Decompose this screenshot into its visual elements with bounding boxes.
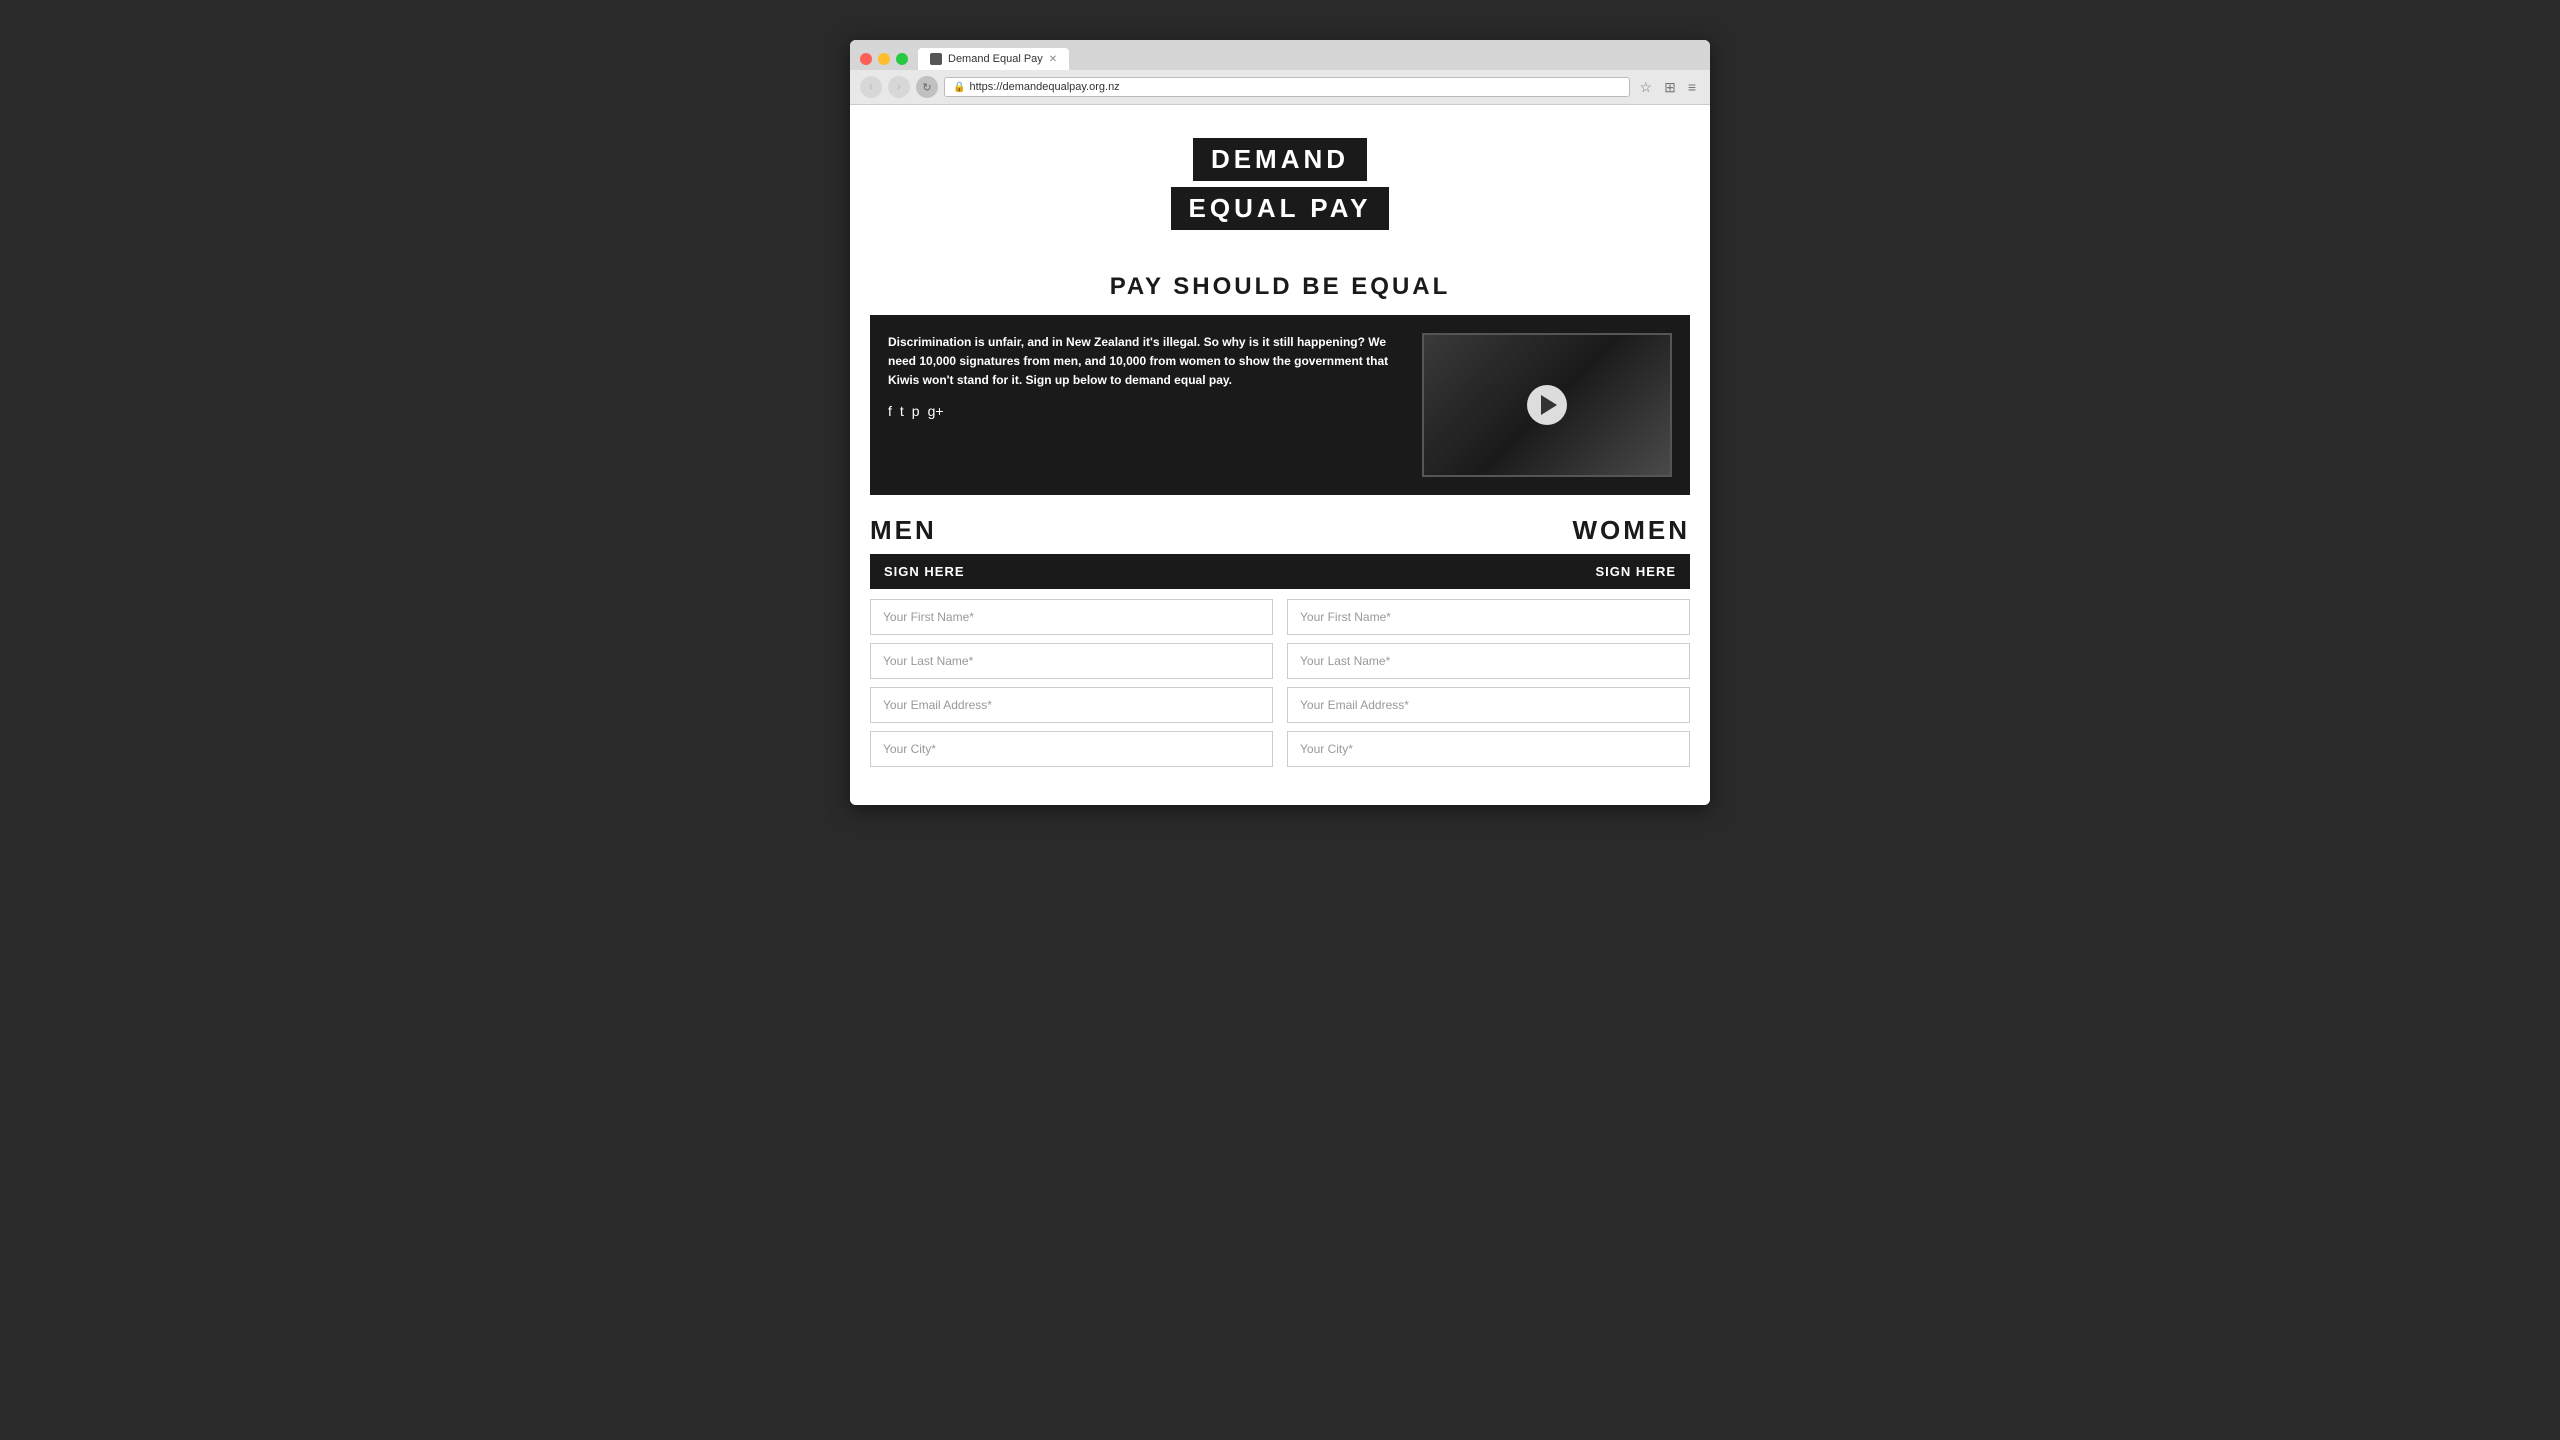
men-email-input[interactable] (870, 687, 1273, 723)
men-form (870, 599, 1273, 767)
women-label: WOMEN (1572, 515, 1690, 546)
sign-here-bar: SIGN HERE SIGN HERE (870, 554, 1690, 589)
url-text: https://demandequalpay.org.nz (969, 81, 1119, 93)
women-city-input[interactable] (1287, 731, 1690, 767)
window-controls (860, 53, 908, 65)
tab-title: Demand Equal Pay (948, 53, 1043, 65)
tab-close-icon[interactable]: ✕ (1049, 54, 1057, 65)
info-box: Discrimination is unfair, and in New Zea… (870, 315, 1690, 495)
forward-button[interactable]: › (888, 76, 910, 98)
twitter-icon[interactable]: t (900, 403, 904, 419)
toolbar-actions: ☆ ⊞ ≡ (1636, 77, 1700, 98)
browser-titlebar: Demand Equal Pay ✕ (850, 40, 1710, 70)
men-city-input[interactable] (870, 731, 1273, 767)
men-label: MEN (870, 515, 937, 546)
page-content: DEMAND EQUAL PAY PAY SHOULD BE EQUAL Dis… (850, 105, 1710, 805)
play-button[interactable] (1527, 385, 1567, 425)
women-last-name-input[interactable] (1287, 643, 1690, 679)
video-placeholder (1424, 335, 1670, 475)
browser-chrome: Demand Equal Pay ✕ ‹ › ↻ 🔒 https://deman… (850, 40, 1710, 105)
men-first-name-input[interactable] (870, 599, 1273, 635)
women-first-name-input[interactable] (1287, 599, 1690, 635)
browser-window: Demand Equal Pay ✕ ‹ › ↻ 🔒 https://deman… (850, 40, 1710, 805)
logo-equal-pay: EQUAL PAY (1171, 187, 1390, 230)
close-button[interactable] (860, 53, 872, 65)
info-text: Discrimination is unfair, and in New Zea… (888, 333, 1406, 391)
googleplus-icon[interactable]: g+ (928, 403, 944, 419)
facebook-icon[interactable]: f (888, 403, 892, 419)
page-tagline: PAY SHOULD BE EQUAL (850, 273, 1710, 301)
women-email-input[interactable] (1287, 687, 1690, 723)
refresh-button[interactable]: ↻ (916, 76, 938, 98)
video-container[interactable] (1422, 333, 1672, 477)
gender-headers: MEN WOMEN (870, 515, 1690, 546)
extensions-icon[interactable]: ⊞ (1660, 77, 1680, 98)
social-icons: f t p g+ (888, 403, 1406, 419)
maximize-button[interactable] (896, 53, 908, 65)
tab-favicon (930, 53, 942, 65)
signatures-section: MEN WOMEN SIGN HERE SIGN HERE (850, 495, 1710, 767)
back-button[interactable]: ‹ (860, 76, 882, 98)
minimize-button[interactable] (878, 53, 890, 65)
address-bar[interactable]: 🔒 https://demandequalpay.org.nz (944, 77, 1630, 97)
bookmark-icon[interactable]: ☆ (1636, 77, 1657, 98)
sign-here-left: SIGN HERE (884, 564, 965, 579)
lock-icon: 🔒 (953, 82, 965, 93)
forms-container (870, 599, 1690, 767)
logo-demand: DEMAND (1193, 138, 1367, 181)
play-triangle-icon (1541, 395, 1557, 415)
women-form (1287, 599, 1690, 767)
men-last-name-input[interactable] (870, 643, 1273, 679)
menu-icon[interactable]: ≡ (1684, 77, 1700, 97)
browser-toolbar: ‹ › ↻ 🔒 https://demandequalpay.org.nz ☆ … (850, 70, 1710, 104)
sign-here-right: SIGN HERE (1595, 564, 1676, 579)
pinterest-icon[interactable]: p (912, 403, 920, 419)
logo-section: DEMAND EQUAL PAY (850, 125, 1710, 253)
browser-tab[interactable]: Demand Equal Pay ✕ (918, 48, 1069, 70)
